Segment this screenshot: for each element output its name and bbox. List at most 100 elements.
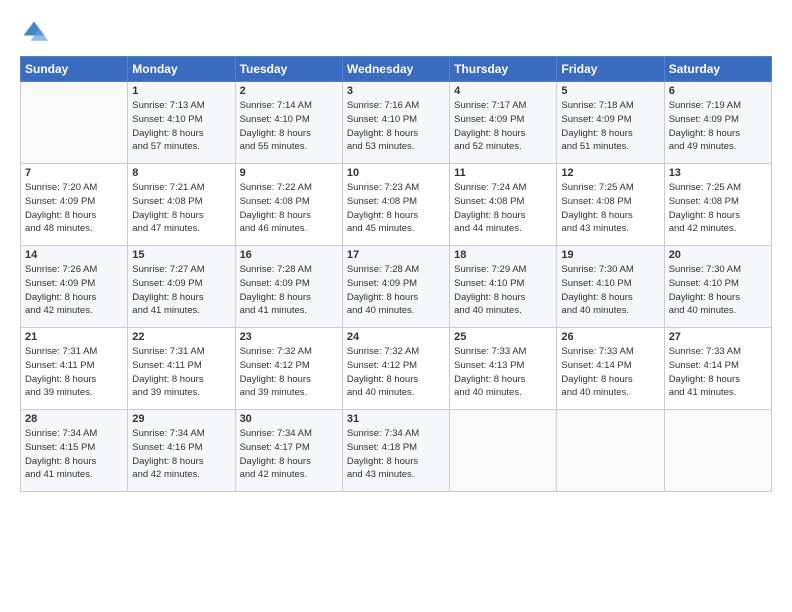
day-info: Sunrise: 7:17 AM Sunset: 4:09 PM Dayligh… <box>454 99 552 154</box>
day-info: Sunrise: 7:33 AM Sunset: 4:14 PM Dayligh… <box>561 345 659 400</box>
calendar-cell: 14 Sunrise: 7:26 AM Sunset: 4:09 PM Dayli… <box>21 246 128 328</box>
header-cell-tuesday: Tuesday <box>235 57 342 82</box>
day-number: 22 <box>132 331 230 343</box>
calendar-cell: 18 Sunrise: 7:29 AM Sunset: 4:10 PM Dayli… <box>450 246 557 328</box>
calendar-cell: 20Sunrise: 7:30 AM Sunset: 4:10 PM Dayli… <box>664 246 771 328</box>
calendar-cell: 13Sunrise: 7:25 AM Sunset: 4:08 PM Dayli… <box>664 164 771 246</box>
calendar-cell: 16 Sunrise: 7:28 AM Sunset: 4:09 PM Dayli… <box>235 246 342 328</box>
day-info: Sunrise: 7:25 AM Sunset: 4:08 PM Dayligh… <box>561 181 659 236</box>
day-info: Sunrise: 7:22 AM Sunset: 4:08 PM Dayligh… <box>240 181 338 236</box>
calendar-cell: 30 Sunrise: 7:34 AM Sunset: 4:17 PM Dayli… <box>235 410 342 492</box>
week-row-2: 14 Sunrise: 7:26 AM Sunset: 4:09 PM Dayli… <box>21 246 772 328</box>
calendar-cell: 15 Sunrise: 7:27 AM Sunset: 4:09 PM Dayli… <box>128 246 235 328</box>
day-info: Sunrise: 7:19 AM Sunset: 4:09 PM Dayligh… <box>669 99 767 154</box>
day-number: 25 <box>454 331 552 343</box>
day-number: 4 <box>454 85 552 97</box>
calendar-cell: 4 Sunrise: 7:17 AM Sunset: 4:09 PM Daylig… <box>450 82 557 164</box>
day-info: Sunrise: 7:13 AM Sunset: 4:10 PM Dayligh… <box>132 99 230 154</box>
day-number: 26 <box>561 331 659 343</box>
day-info: Sunrise: 7:28 AM Sunset: 4:09 PM Dayligh… <box>240 263 338 318</box>
day-number: 17 <box>347 249 445 261</box>
day-info: Sunrise: 7:14 AM Sunset: 4:10 PM Dayligh… <box>240 99 338 154</box>
header-cell-thursday: Thursday <box>450 57 557 82</box>
day-info: Sunrise: 7:34 AM Sunset: 4:16 PM Dayligh… <box>132 427 230 482</box>
week-row-4: 28 Sunrise: 7:34 AM Sunset: 4:15 PM Dayli… <box>21 410 772 492</box>
day-info: Sunrise: 7:34 AM Sunset: 4:15 PM Dayligh… <box>25 427 123 482</box>
calendar-cell: 2Sunrise: 7:14 AM Sunset: 4:10 PM Daylig… <box>235 82 342 164</box>
header-cell-friday: Friday <box>557 57 664 82</box>
day-number: 30 <box>240 413 338 425</box>
day-info: Sunrise: 7:23 AM Sunset: 4:08 PM Dayligh… <box>347 181 445 236</box>
calendar-cell: 5 Sunrise: 7:18 AM Sunset: 4:09 PM Daylig… <box>557 82 664 164</box>
day-number: 28 <box>25 413 123 425</box>
calendar-cell: 19 Sunrise: 7:30 AM Sunset: 4:10 PM Dayli… <box>557 246 664 328</box>
header-row: SundayMondayTuesdayWednesdayThursdayFrid… <box>21 57 772 82</box>
day-number: 24 <box>347 331 445 343</box>
day-number: 21 <box>25 331 123 343</box>
page: SundayMondayTuesdayWednesdayThursdayFrid… <box>0 0 792 612</box>
day-info: Sunrise: 7:20 AM Sunset: 4:09 PM Dayligh… <box>25 181 123 236</box>
day-info: Sunrise: 7:31 AM Sunset: 4:11 PM Dayligh… <box>132 345 230 400</box>
calendar-cell: 6 Sunrise: 7:19 AM Sunset: 4:09 PM Daylig… <box>664 82 771 164</box>
calendar-cell: 7 Sunrise: 7:20 AM Sunset: 4:09 PM Daylig… <box>21 164 128 246</box>
day-number: 19 <box>561 249 659 261</box>
day-info: Sunrise: 7:32 AM Sunset: 4:12 PM Dayligh… <box>347 345 445 400</box>
header-cell-wednesday: Wednesday <box>342 57 449 82</box>
day-info: Sunrise: 7:27 AM Sunset: 4:09 PM Dayligh… <box>132 263 230 318</box>
calendar-cell: 23 Sunrise: 7:32 AM Sunset: 4:12 PM Dayli… <box>235 328 342 410</box>
day-info: Sunrise: 7:18 AM Sunset: 4:09 PM Dayligh… <box>561 99 659 154</box>
day-number: 3 <box>347 85 445 97</box>
header-cell-sunday: Sunday <box>21 57 128 82</box>
calendar-cell: 11Sunrise: 7:24 AM Sunset: 4:08 PM Dayli… <box>450 164 557 246</box>
day-number: 7 <box>25 167 123 179</box>
day-info: Sunrise: 7:29 AM Sunset: 4:10 PM Dayligh… <box>454 263 552 318</box>
day-info: Sunrise: 7:31 AM Sunset: 4:11 PM Dayligh… <box>25 345 123 400</box>
day-info: Sunrise: 7:16 AM Sunset: 4:10 PM Dayligh… <box>347 99 445 154</box>
calendar-cell: 21 Sunrise: 7:31 AM Sunset: 4:11 PM Dayli… <box>21 328 128 410</box>
day-number: 23 <box>240 331 338 343</box>
calendar-cell <box>557 410 664 492</box>
day-number: 18 <box>454 249 552 261</box>
day-info: Sunrise: 7:34 AM Sunset: 4:17 PM Dayligh… <box>240 427 338 482</box>
calendar-cell: 27Sunrise: 7:33 AM Sunset: 4:14 PM Dayli… <box>664 328 771 410</box>
day-number: 29 <box>132 413 230 425</box>
calendar-cell <box>21 82 128 164</box>
day-number: 9 <box>240 167 338 179</box>
header-cell-monday: Monday <box>128 57 235 82</box>
calendar-cell: 10 Sunrise: 7:23 AM Sunset: 4:08 PM Dayli… <box>342 164 449 246</box>
day-number: 14 <box>25 249 123 261</box>
day-info: Sunrise: 7:25 AM Sunset: 4:08 PM Dayligh… <box>669 181 767 236</box>
day-info: Sunrise: 7:26 AM Sunset: 4:09 PM Dayligh… <box>25 263 123 318</box>
calendar-cell: 31 Sunrise: 7:34 AM Sunset: 4:18 PM Dayli… <box>342 410 449 492</box>
day-info: Sunrise: 7:32 AM Sunset: 4:12 PM Dayligh… <box>240 345 338 400</box>
day-number: 16 <box>240 249 338 261</box>
day-info: Sunrise: 7:28 AM Sunset: 4:09 PM Dayligh… <box>347 263 445 318</box>
day-number: 5 <box>561 85 659 97</box>
day-info: Sunrise: 7:24 AM Sunset: 4:08 PM Dayligh… <box>454 181 552 236</box>
day-number: 6 <box>669 85 767 97</box>
calendar-body: 1 Sunrise: 7:13 AM Sunset: 4:10 PM Daylig… <box>21 82 772 492</box>
calendar-cell: 26 Sunrise: 7:33 AM Sunset: 4:14 PM Dayli… <box>557 328 664 410</box>
calendar-table: SundayMondayTuesdayWednesdayThursdayFrid… <box>20 56 772 492</box>
day-number: 15 <box>132 249 230 261</box>
calendar-header: SundayMondayTuesdayWednesdayThursdayFrid… <box>21 57 772 82</box>
day-info: Sunrise: 7:34 AM Sunset: 4:18 PM Dayligh… <box>347 427 445 482</box>
day-number: 1 <box>132 85 230 97</box>
calendar-cell: 17 Sunrise: 7:28 AM Sunset: 4:09 PM Dayli… <box>342 246 449 328</box>
day-info: Sunrise: 7:30 AM Sunset: 4:10 PM Dayligh… <box>669 263 767 318</box>
day-info: Sunrise: 7:21 AM Sunset: 4:08 PM Dayligh… <box>132 181 230 236</box>
day-number: 31 <box>347 413 445 425</box>
calendar-cell: 8 Sunrise: 7:21 AM Sunset: 4:08 PM Daylig… <box>128 164 235 246</box>
calendar-cell: 9 Sunrise: 7:22 AM Sunset: 4:08 PM Daylig… <box>235 164 342 246</box>
day-number: 10 <box>347 167 445 179</box>
day-number: 8 <box>132 167 230 179</box>
calendar-cell: 24 Sunrise: 7:32 AM Sunset: 4:12 PM Dayli… <box>342 328 449 410</box>
calendar-cell <box>450 410 557 492</box>
day-info: Sunrise: 7:30 AM Sunset: 4:10 PM Dayligh… <box>561 263 659 318</box>
calendar-cell: 25Sunrise: 7:33 AM Sunset: 4:13 PM Dayli… <box>450 328 557 410</box>
day-number: 27 <box>669 331 767 343</box>
calendar-cell: 28 Sunrise: 7:34 AM Sunset: 4:15 PM Dayli… <box>21 410 128 492</box>
week-row-0: 1 Sunrise: 7:13 AM Sunset: 4:10 PM Daylig… <box>21 82 772 164</box>
calendar-cell: 1 Sunrise: 7:13 AM Sunset: 4:10 PM Daylig… <box>128 82 235 164</box>
header-cell-saturday: Saturday <box>664 57 771 82</box>
